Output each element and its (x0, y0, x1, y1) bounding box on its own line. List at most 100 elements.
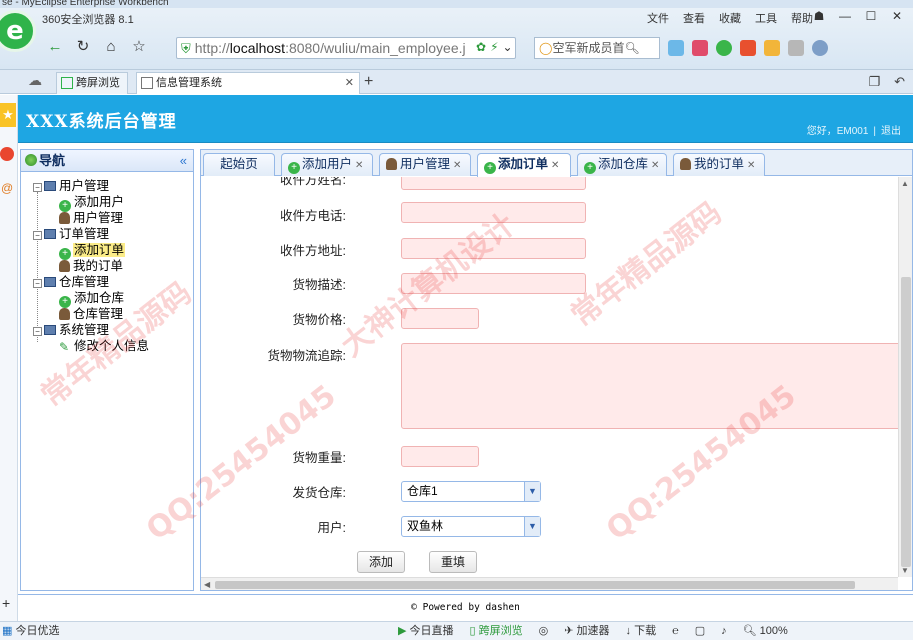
reset-button[interactable]: 重填 (429, 551, 477, 573)
weibo-icon[interactable] (0, 147, 14, 161)
close-tab-icon[interactable]: ✕ (453, 160, 461, 171)
tree-item-add-warehouse[interactable]: + 添加仓库 (21, 290, 193, 308)
status-cross-screen[interactable]: ▯ 跨屏浏览 (470, 622, 523, 640)
warehouse-select[interactable]: 仓库1 ▼ (401, 481, 541, 502)
adblock-icon[interactable] (740, 40, 756, 56)
chevron-down-icon[interactable]: ▼ (524, 482, 540, 501)
tab-start-page[interactable]: 起始页 (203, 153, 275, 176)
lightning-icon[interactable]: ⚡ (490, 40, 498, 54)
scroll-up-icon[interactable]: ▲ (901, 179, 909, 188)
scrollbar-thumb[interactable] (901, 277, 911, 567)
menu-item-file[interactable]: 文件 (647, 10, 669, 26)
close-tab-icon[interactable]: ✕ (747, 160, 755, 171)
pencil-icon: ✎ (59, 340, 70, 354)
money-icon[interactable] (716, 40, 732, 56)
scroll-down-icon[interactable]: ▼ (901, 566, 909, 575)
receiver-address-input[interactable] (401, 238, 586, 259)
notes-icon[interactable] (764, 40, 780, 56)
tree-item-add-user[interactable]: + 添加用户 (21, 194, 193, 212)
menu-item-favorites[interactable]: 收藏 (719, 10, 741, 26)
reload-icon[interactable]: ✿ (476, 40, 486, 54)
search-input[interactable]: ◯空军新成员首🔍︎ (534, 37, 660, 59)
goods-tracking-textarea[interactable] (401, 343, 898, 429)
ie-icon[interactable]: ℮ (672, 622, 679, 640)
close-tab-icon[interactable]: ✕ (345, 73, 354, 93)
dropdown-icon[interactable]: ⌄ (503, 40, 513, 54)
goods-desc-input[interactable] (401, 273, 586, 294)
browser-logo-icon[interactable]: e (0, 10, 36, 52)
refresh-icon[interactable]: ↻ (72, 36, 94, 58)
tree-item-my-orders[interactable]: 我的订单 (21, 258, 193, 274)
speed-icon[interactable]: ◎ (539, 622, 549, 640)
tree-group-order[interactable]: − 订单管理 (21, 226, 193, 242)
favorites-star-icon[interactable]: ★ (0, 103, 16, 127)
tree-item-edit-profile[interactable]: ✎ 修改个人信息 (21, 338, 193, 354)
content-panel: 起始页 + 添加用户 ✕ 用户管理 ✕ + 添加订单 ✕ + 添加仓库 ✕ 我的订单 ✕ 收件方… (200, 149, 913, 591)
scrollbar-thumb[interactable] (215, 581, 855, 589)
goods-weight-input[interactable] (401, 446, 479, 467)
new-tab-button[interactable]: + (364, 72, 373, 92)
star-icon[interactable]: ☆ (128, 36, 150, 58)
tab-add-order[interactable]: + 添加订单 ✕ (477, 153, 571, 177)
tab-user-manage[interactable]: 用户管理 ✕ (379, 153, 471, 176)
chevron-down-icon[interactable]: ▼ (524, 517, 540, 536)
horizontal-scrollbar[interactable]: ◀ (201, 577, 898, 590)
apps-icon[interactable] (668, 40, 684, 56)
browser-tab-system[interactable]: 信息管理系统 ✕ (136, 72, 360, 94)
collapse-toggle-icon[interactable]: − (33, 327, 42, 336)
add-button[interactable]: 添加 (357, 551, 405, 573)
mail-icon[interactable] (692, 40, 708, 56)
restore-tab-icon[interactable]: ↶ (894, 74, 905, 90)
tree-item-add-order[interactable]: + 添加订单 (21, 242, 193, 260)
add-sidebar-icon[interactable]: + (2, 595, 10, 611)
window-icon[interactable]: ▢ (695, 622, 705, 640)
status-accelerator[interactable]: ✈ 加速器 (564, 622, 609, 640)
tab-add-user[interactable]: + 添加用户 ✕ (281, 153, 373, 176)
status-live[interactable]: ▶ 今日直播 (398, 622, 454, 640)
menu-item-view[interactable]: 查看 (683, 10, 705, 26)
status-download[interactable]: ↓ 下载 (626, 622, 657, 640)
user-selected-value: 双鱼林 (407, 519, 444, 533)
tree-group-user[interactable]: − 用户管理 (21, 178, 193, 194)
browser-sidebar: ★ @ + (0, 95, 18, 621)
pin-icon[interactable]: ☗ (809, 8, 829, 24)
user-select[interactable]: 双鱼林 ▼ (401, 516, 541, 537)
home-icon[interactable]: ⌂ (100, 36, 122, 58)
collapse-toggle-icon[interactable]: − (33, 183, 42, 192)
menu-item-tools[interactable]: 工具 (755, 10, 777, 26)
close-tab-icon[interactable]: ✕ (355, 160, 363, 171)
logout-link[interactable]: 退出 (881, 126, 901, 137)
mail-at-icon[interactable]: @ (1, 181, 13, 195)
tree-item-warehouse-manage[interactable]: 仓库管理 (21, 306, 193, 322)
collapse-icon[interactable]: « (180, 150, 187, 172)
tree-item-user-manage[interactable]: 用户管理 (21, 210, 193, 226)
tree-group-warehouse[interactable]: − 仓库管理 (21, 274, 193, 290)
receiver-phone-input[interactable] (401, 202, 586, 223)
volume-icon[interactable]: ♪ (721, 622, 727, 640)
tab-list-icon[interactable]: ❐ (868, 74, 880, 90)
translate-icon[interactable] (812, 40, 828, 56)
cloud-icon[interactable]: ☁ (28, 72, 42, 89)
close-tab-icon[interactable]: ✕ (551, 160, 559, 171)
address-bar[interactable]: ⛨ http://localhost:8080/wuliu/main_employ… (176, 37, 516, 59)
close-tab-icon[interactable]: ✕ (651, 160, 659, 171)
back-icon[interactable]: ← (44, 36, 66, 58)
screenshot-icon[interactable] (788, 40, 804, 56)
browser-tab-cross-screen[interactable]: 跨屏浏览 (56, 72, 128, 94)
zoom-level[interactable]: 🔍︎ 100% (743, 622, 788, 640)
tree-group-system[interactable]: − 系统管理 (21, 322, 193, 338)
maximize-icon[interactable]: ☐ (861, 8, 881, 24)
status-left[interactable]: ▦ 今日优选 (2, 622, 59, 640)
tab-add-warehouse[interactable]: + 添加仓库 ✕ (577, 153, 667, 176)
scroll-left-icon[interactable]: ◀ (204, 578, 210, 590)
search-icon[interactable]: 🔍︎ (624, 41, 639, 55)
content-tabbar: 起始页 + 添加用户 ✕ 用户管理 ✕ + 添加订单 ✕ + 添加仓库 ✕ 我的订单 ✕ (201, 150, 912, 177)
collapse-toggle-icon[interactable]: − (33, 279, 42, 288)
collapse-toggle-icon[interactable]: − (33, 231, 42, 240)
goods-price-input[interactable] (401, 308, 479, 329)
minimize-icon[interactable]: — (835, 8, 855, 24)
close-icon[interactable]: ✕ (887, 8, 907, 24)
tab-my-orders[interactable]: 我的订单 ✕ (673, 153, 765, 176)
vertical-scrollbar[interactable]: ▲ ▼ (898, 177, 912, 577)
receiver-name-input[interactable] (401, 177, 586, 190)
